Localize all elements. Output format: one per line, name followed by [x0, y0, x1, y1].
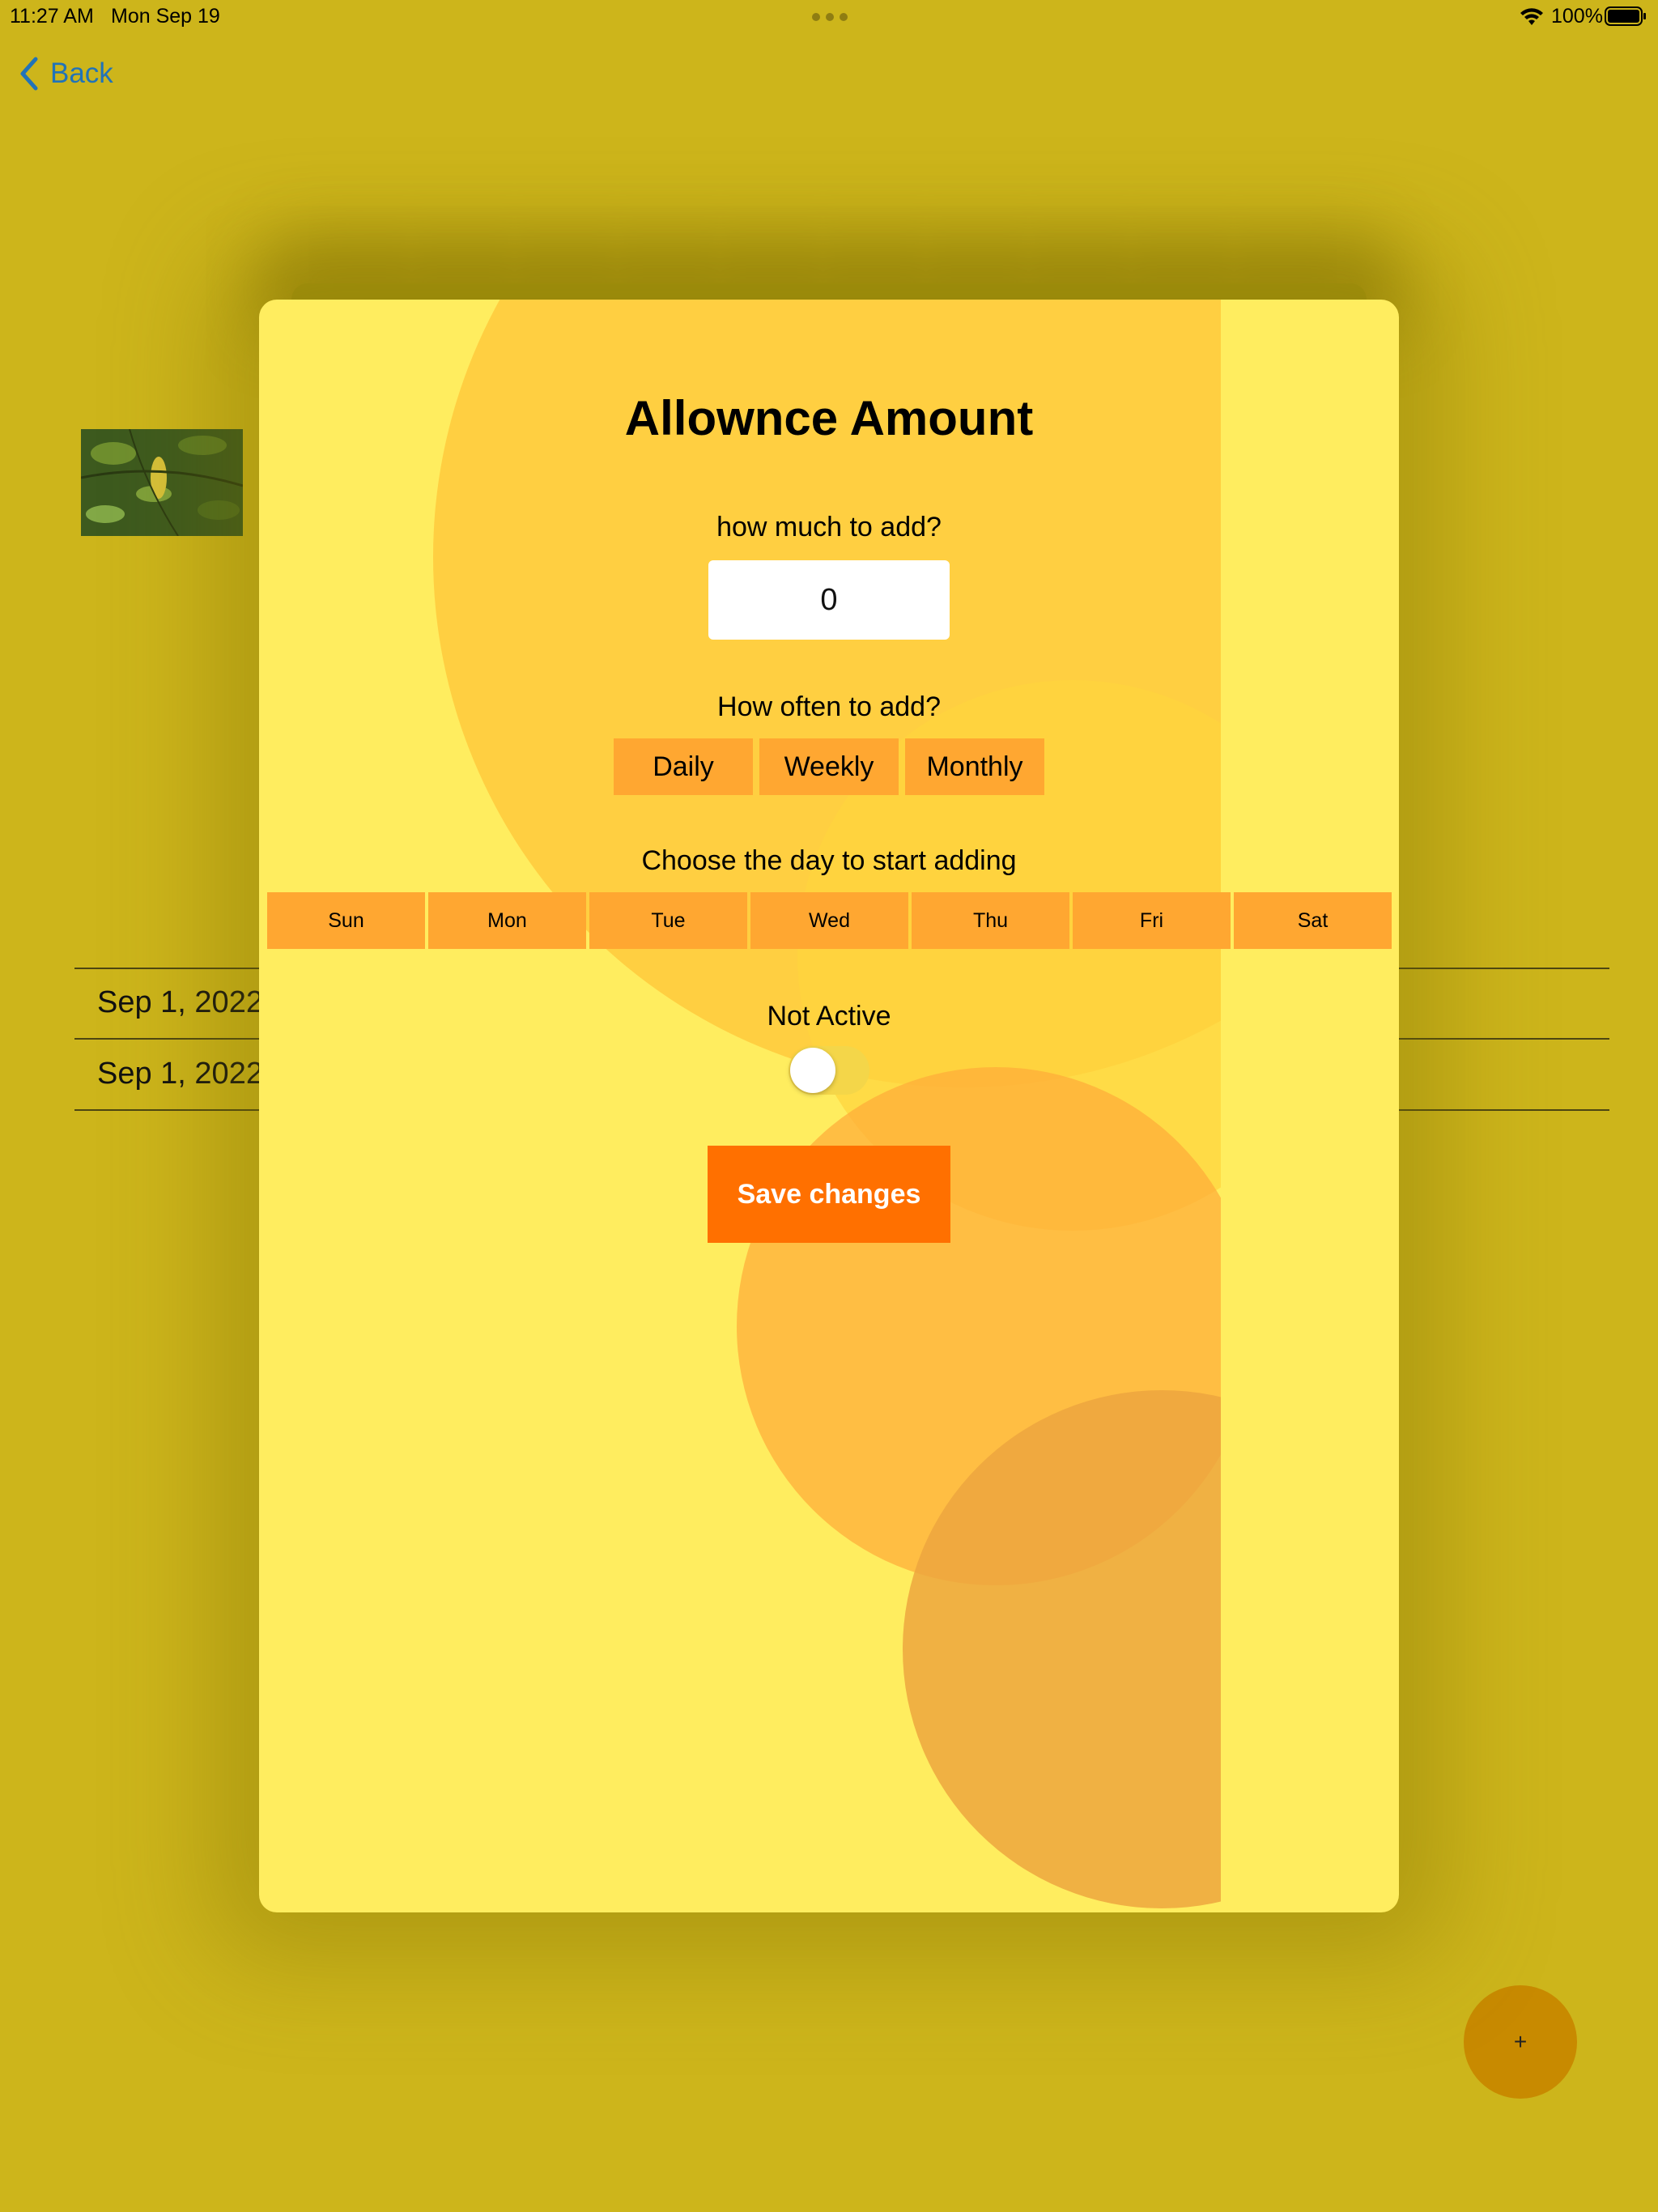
active-toggle[interactable] — [789, 1046, 869, 1095]
frequency-weekly-button[interactable]: Weekly — [759, 738, 899, 795]
amount-input[interactable] — [708, 560, 950, 640]
day-mon-button[interactable]: Mon — [428, 892, 586, 949]
frequency-options: Daily Weekly Monthly — [614, 738, 1044, 795]
status-bar: 11:27 AM Mon Sep 19 100% — [0, 0, 1658, 34]
frequency-monthly-button[interactable]: Monthly — [905, 738, 1044, 795]
leaf-photo-thumbnail[interactable] — [81, 429, 243, 536]
list-item-date[interactable]: Sep 1, 2022 — [97, 1057, 263, 1091]
day-options: Sun Mon Tue Wed Thu Fri Sat — [267, 892, 1392, 949]
back-label: Back — [50, 57, 113, 89]
frequency-label: How often to add? — [717, 691, 941, 722]
status-date: Mon Sep 19 — [111, 5, 220, 28]
amount-label: how much to add? — [716, 512, 942, 542]
multitasking-dots-icon[interactable] — [812, 13, 848, 21]
allowance-modal: Allownce Amount how much to add? How oft… — [259, 300, 1399, 1912]
add-button[interactable]: + — [1464, 1985, 1577, 2099]
chevron-left-icon — [20, 57, 38, 91]
wifi-icon — [1520, 8, 1543, 25]
status-time: 11:27 AM — [10, 5, 94, 28]
list-item-date[interactable]: Sep 1, 2022 — [97, 985, 263, 1020]
back-button[interactable]: Back — [18, 55, 113, 92]
toggle-knob — [790, 1048, 835, 1093]
active-status-label: Not Active — [767, 1001, 891, 1032]
day-sun-button[interactable]: Sun — [267, 892, 425, 949]
modal-title: Allownce Amount — [624, 391, 1034, 445]
battery-icon — [1605, 6, 1646, 26]
battery-percentage: 100% — [1551, 5, 1603, 28]
day-label: Choose the day to start adding — [641, 845, 1017, 876]
day-thu-button[interactable]: Thu — [912, 892, 1069, 949]
day-fri-button[interactable]: Fri — [1073, 892, 1231, 949]
day-wed-button[interactable]: Wed — [750, 892, 908, 949]
day-tue-button[interactable]: Tue — [589, 892, 747, 949]
day-sat-button[interactable]: Sat — [1234, 892, 1392, 949]
save-changes-button[interactable]: Save changes — [708, 1146, 950, 1243]
frequency-daily-button[interactable]: Daily — [614, 738, 753, 795]
